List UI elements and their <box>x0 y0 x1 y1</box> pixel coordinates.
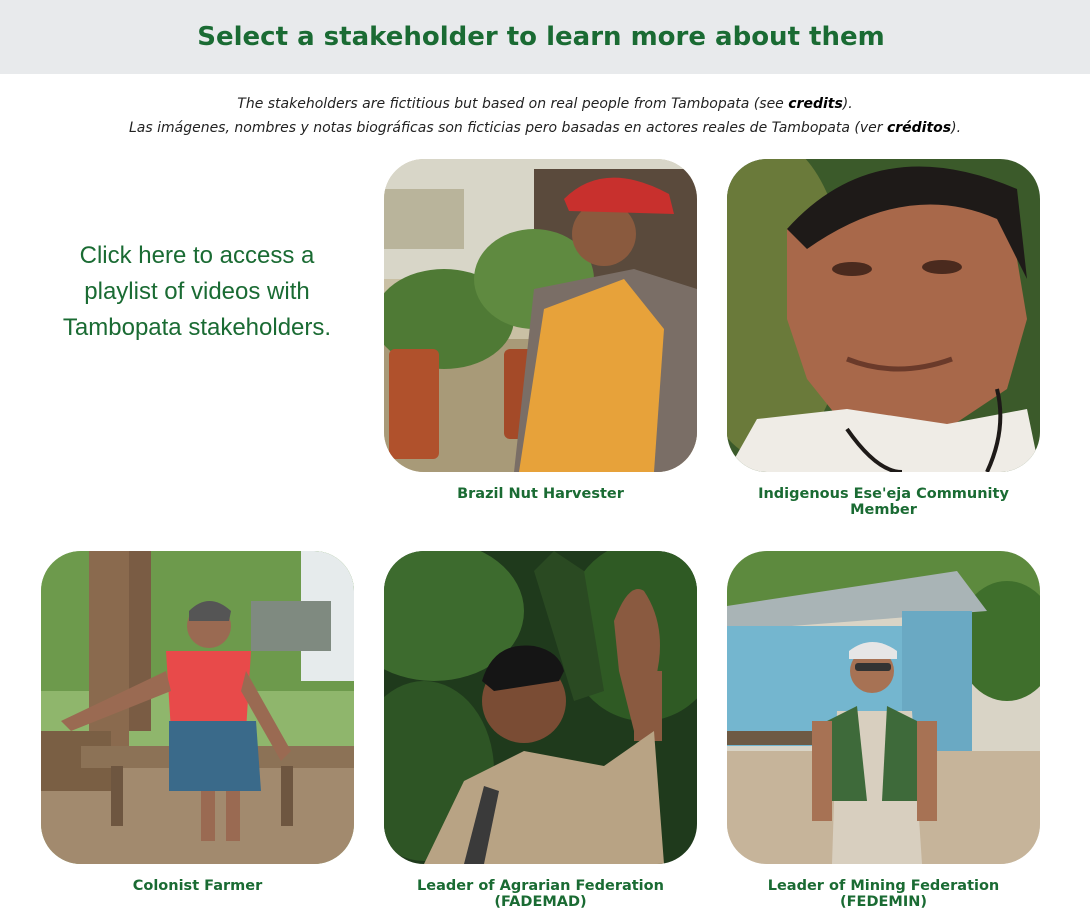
stakeholder-card-colonist-farmer[interactable]: Colonist Farmer <box>41 551 354 894</box>
stakeholder-card-brazil-nut-harvester[interactable]: Brazil Nut Harvester <box>384 159 697 502</box>
stakeholder-card-fedemin-leader[interactable]: Leader of Mining Federation (FEDEMIN) <box>727 551 1040 910</box>
fedemin-leader-photo[interactable] <box>727 551 1040 864</box>
farmer-photo[interactable] <box>41 551 354 864</box>
credits-link[interactable]: credits <box>788 96 843 112</box>
stakeholder-caption[interactable]: Brazil Nut Harvester <box>384 486 697 502</box>
header-bar: Select a stakeholder to learn more about… <box>0 0 1090 74</box>
credits-note-english: The stakeholders are fictitious but base… <box>237 96 853 112</box>
credits-note: The stakeholders are fictitious but base… <box>0 92 1090 140</box>
playlist-link[interactable]: Click here to access a playlist of video… <box>40 238 354 346</box>
stakeholder-card-fademad-leader[interactable]: Leader of Agrarian Federation (FADEMAD) <box>384 551 697 910</box>
stakeholder-caption[interactable]: Colonist Farmer <box>41 878 354 894</box>
stakeholder-caption[interactable]: Indigenous Ese'eja Community Member <box>727 486 1040 518</box>
stakeholder-caption[interactable]: Leader of Mining Federation (FEDEMIN) <box>727 878 1040 910</box>
creditos-link[interactable]: créditos <box>887 120 951 136</box>
fademad-leader-photo[interactable] <box>384 551 697 864</box>
community-member-photo[interactable] <box>727 159 1040 472</box>
credits-note-spanish: Las imágenes, nombres y notas biográfica… <box>128 120 962 136</box>
page-title: Select a stakeholder to learn more about… <box>197 22 885 52</box>
harvester-photo[interactable] <box>384 159 697 472</box>
stakeholder-card-indigenous-community-member[interactable]: Indigenous Ese'eja Community Member <box>727 159 1040 518</box>
stakeholder-caption[interactable]: Leader of Agrarian Federation (FADEMAD) <box>384 878 697 910</box>
